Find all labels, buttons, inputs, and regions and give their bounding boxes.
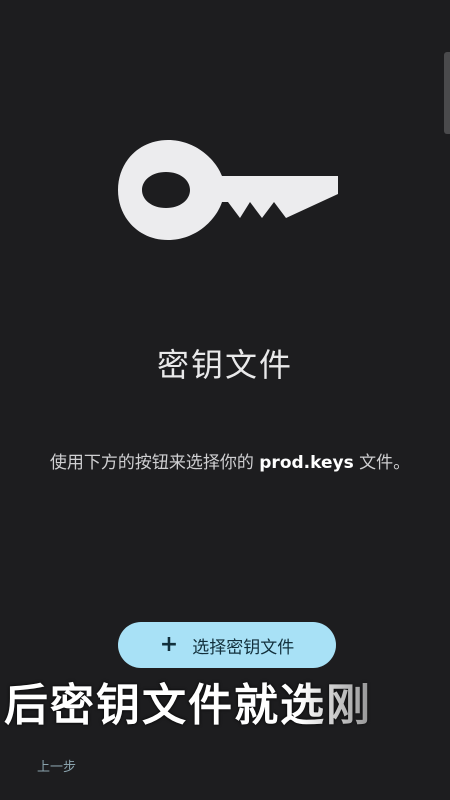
description-filename: prod.keys <box>259 453 354 473</box>
plus-icon: + <box>159 632 179 657</box>
select-key-file-label: 选择密钥文件 <box>192 637 295 658</box>
page-title: 密钥文件 <box>156 346 293 384</box>
key-file-setup-screen: 密钥文件 使用下方的按钮来选择你的 prod.keys 文件。 + 选择密钥文件… <box>0 0 450 800</box>
key-icon <box>118 140 338 240</box>
back-button[interactable]: 上一步 <box>37 756 76 775</box>
description-prefix: 使用下方的按钮来选择你的 <box>49 453 260 473</box>
select-key-file-button[interactable]: + 选择密钥文件 <box>118 622 336 668</box>
description-text: 使用下方的按钮来选择你的 prod.keys 文件。 <box>30 448 430 478</box>
description-suffix: 文件。 <box>353 453 411 473</box>
scrollbar-thumb[interactable] <box>444 52 450 134</box>
caption-fade <box>300 672 450 742</box>
